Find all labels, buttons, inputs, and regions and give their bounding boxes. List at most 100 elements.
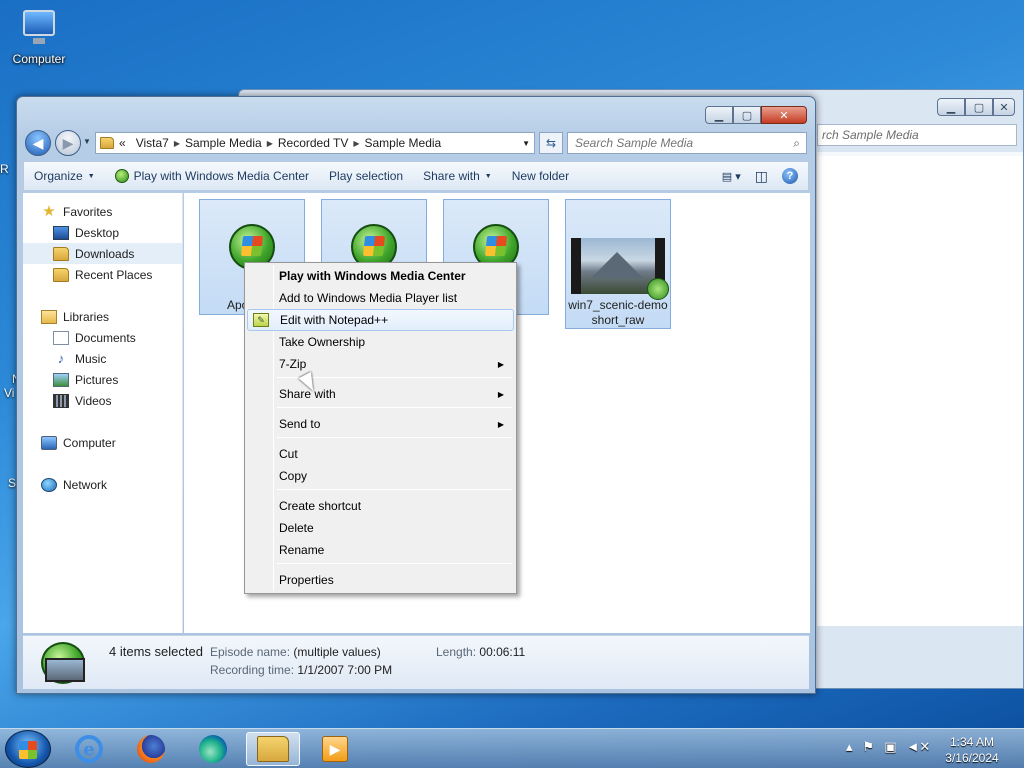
breadcrumb-arrow-icon[interactable]: ▶	[267, 139, 273, 148]
music-icon: ♪	[57, 350, 65, 366]
menu-item-add-to-wmp[interactable]: Add to Windows Media Player list	[247, 287, 514, 309]
background-search-input[interactable]: rch Sample Media	[817, 124, 1017, 146]
menu-item-play-wmc[interactable]: Play with Windows Media Center	[247, 265, 514, 287]
play-wmc-button[interactable]: Play with Windows Media Center	[105, 169, 319, 183]
menu-item-label: 7-Zip	[279, 357, 307, 371]
background-content	[817, 156, 1023, 626]
recording-time-value[interactable]: 1/1/2007 7:00 PM	[297, 663, 392, 677]
taskbar-app-media-player[interactable]: ▶	[308, 732, 362, 766]
preview-pane-icon[interactable]: ◫	[755, 168, 768, 185]
play-selection-button[interactable]: Play selection	[319, 169, 413, 183]
share-with-button[interactable]: Share with ▼	[413, 169, 502, 183]
clock-date: 3/16/2024	[945, 751, 999, 765]
back-button[interactable]: ◀	[25, 130, 51, 156]
navigation-pane: ★ Favorites Desktop Downloads Recent Pla…	[23, 193, 183, 633]
address-dropdown-icon[interactable]: ▼	[522, 139, 530, 148]
desktop-icon-label: Computer	[12, 52, 66, 66]
file-label: win7_scenic-demoshort_raw	[568, 298, 668, 327]
breadcrumb-segment[interactable]: Recorded TV	[278, 136, 348, 150]
menu-item-create-shortcut[interactable]: Create shortcut	[247, 495, 514, 517]
breadcrumb-segment[interactable]: Vista7	[136, 136, 169, 150]
selection-count: 4 items selected	[109, 644, 203, 659]
menu-item-edit-notepad[interactable]: ✎ Edit with Notepad++	[247, 309, 514, 331]
desktop-icon-computer[interactable]: Computer	[4, 8, 74, 66]
menu-item-take-ownership[interactable]: Take Ownership	[247, 331, 514, 353]
maximize-button[interactable]: ▢	[965, 98, 993, 116]
breadcrumb-arrow-icon[interactable]: ▶	[353, 139, 359, 148]
show-hidden-icons-icon[interactable]: ▴	[846, 739, 853, 755]
nav-item-libraries[interactable]: Libraries	[23, 306, 182, 327]
nav-item-computer[interactable]: Computer	[23, 432, 182, 453]
nav-item-label: Computer	[63, 435, 116, 450]
file-item-video[interactable]: win7_scenic-demoshort_raw	[565, 199, 671, 329]
nav-item-label: Music	[75, 351, 107, 366]
close-button[interactable]: ✕	[993, 98, 1015, 116]
nav-item-music[interactable]: ♪ Music	[23, 348, 182, 369]
search-input[interactable]	[575, 136, 775, 150]
menu-item-properties[interactable]: Properties	[247, 569, 514, 591]
taskbar-app-ie[interactable]: e	[62, 732, 116, 766]
organize-label: Organize	[34, 169, 83, 183]
nav-item-desktop[interactable]: Desktop	[23, 222, 182, 243]
taskbar-app-firefox[interactable]	[124, 732, 178, 766]
menu-item-rename[interactable]: Rename	[247, 539, 514, 561]
action-center-flag-icon[interactable]: ⚑	[863, 739, 875, 755]
breadcrumb-arrow-icon[interactable]: ▶	[174, 139, 180, 148]
internet-explorer-icon: e	[75, 735, 103, 763]
minimize-button[interactable]: ▁	[937, 98, 965, 116]
menu-item-7zip[interactable]: 7-Zip ▶	[247, 353, 514, 375]
taskbar-app-explorer[interactable]	[246, 732, 300, 766]
new-folder-button[interactable]: New folder	[502, 169, 579, 183]
nav-item-documents[interactable]: Documents	[23, 327, 182, 348]
breadcrumb-overflow[interactable]: «	[119, 136, 126, 150]
search-box[interactable]: ⌕	[567, 132, 807, 154]
recent-pages-dropdown[interactable]: ▼	[83, 137, 91, 146]
forward-button[interactable]: ▶	[55, 130, 81, 156]
menu-item-cut[interactable]: Cut	[247, 443, 514, 465]
command-bar: Organize ▼ Play with Windows Media Cente…	[23, 161, 809, 191]
menu-item-share-with[interactable]: Share with ▶	[247, 383, 514, 405]
breadcrumb-segment[interactable]: Sample Media	[185, 136, 262, 150]
start-button[interactable]	[5, 730, 51, 768]
taskbar-app-edge[interactable]	[186, 732, 240, 766]
nav-item-videos[interactable]: Videos	[23, 390, 182, 411]
length-value[interactable]: 00:06:11	[479, 645, 525, 659]
help-icon[interactable]: ?	[782, 168, 798, 184]
nav-item-pictures[interactable]: Pictures	[23, 369, 182, 390]
edge-icon	[199, 735, 227, 763]
nav-item-favorites[interactable]: ★ Favorites	[23, 201, 182, 222]
nav-item-downloads[interactable]: Downloads	[23, 243, 182, 264]
menu-item-copy[interactable]: Copy	[247, 465, 514, 487]
desktop-icon-label-partial[interactable]: S	[8, 476, 16, 490]
desktop-icon-label-partial[interactable]: R	[0, 162, 9, 176]
nav-item-label: Desktop	[75, 225, 120, 240]
menu-item-send-to[interactable]: Send to ▶	[247, 413, 514, 435]
network-icon[interactable]: ▣	[884, 739, 896, 755]
breadcrumb-segment[interactable]: Sample Media	[365, 136, 442, 150]
videos-icon	[53, 393, 69, 408]
episode-name-value[interactable]: (multiple values)	[293, 645, 380, 659]
length-key: Length:	[436, 645, 477, 659]
nav-item-label: Documents	[75, 330, 136, 345]
menu-item-label: Edit with Notepad++	[280, 313, 389, 327]
firefox-icon	[137, 735, 165, 763]
computer-icon	[41, 435, 57, 450]
close-button[interactable]: ✕	[761, 106, 807, 124]
volume-muted-icon[interactable]: ◄✕	[906, 739, 930, 755]
search-icon[interactable]: ⌕	[793, 136, 800, 151]
navigation-bar: ◀ ▶ ▼ « Vista7 ▶ Sample Media ▶ Recorded…	[25, 129, 807, 157]
menu-item-delete[interactable]: Delete	[247, 517, 514, 539]
submenu-arrow-icon: ▶	[497, 419, 504, 429]
nav-item-recent-places[interactable]: Recent Places	[23, 264, 182, 285]
maximize-button[interactable]: ▢	[733, 106, 761, 124]
views-icon[interactable]: ▤ ▾	[722, 170, 741, 183]
desktop-icon-label-partial[interactable]: Vi	[4, 386, 14, 400]
minimize-button[interactable]: ▁	[705, 106, 733, 124]
nav-item-label: Pictures	[75, 372, 119, 387]
system-tray: ▴ ⚑ ▣ ◄✕	[846, 739, 930, 755]
nav-item-network[interactable]: Network	[23, 474, 182, 495]
organize-button[interactable]: Organize ▼	[24, 169, 105, 183]
address-bar[interactable]: « Vista7 ▶ Sample Media ▶ Recorded TV ▶ …	[95, 132, 535, 154]
clock[interactable]: 1:34 AM 3/16/2024	[935, 734, 1009, 766]
refresh-button[interactable]: ⇆	[539, 132, 563, 154]
